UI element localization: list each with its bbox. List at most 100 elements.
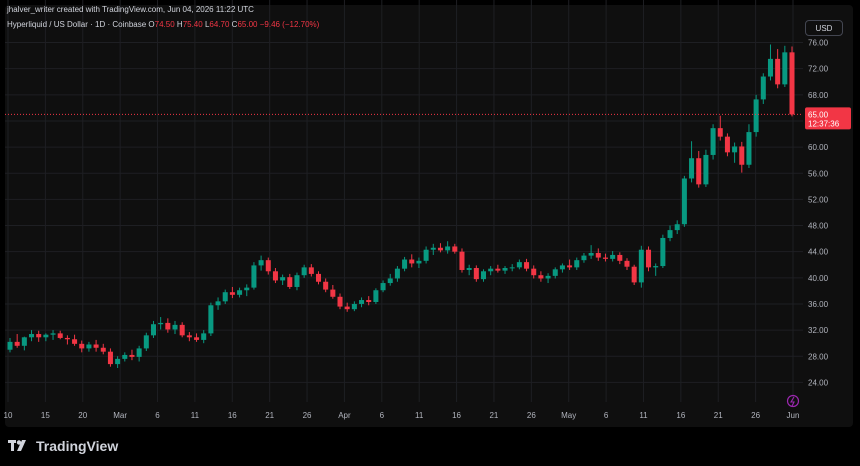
candle-body[interactable] [423, 249, 429, 261]
candle-body[interactable] [308, 267, 314, 274]
candle-body[interactable] [330, 289, 336, 297]
candle-body[interactable] [337, 296, 343, 307]
candle-body[interactable] [545, 275, 551, 279]
candle-body[interactable] [516, 262, 522, 268]
candle-body[interactable] [265, 260, 271, 272]
candle-body[interactable] [466, 268, 472, 270]
candle-body[interactable] [416, 260, 422, 264]
candle-body[interactable] [36, 334, 42, 338]
candle-body[interactable] [681, 178, 687, 225]
candle-body[interactable] [57, 333, 63, 338]
candle-body[interactable] [653, 266, 659, 268]
candle-body[interactable] [638, 249, 644, 283]
candle-body[interactable] [158, 322, 164, 325]
candle-body[interactable] [674, 224, 680, 231]
candle-body[interactable] [179, 324, 185, 336]
candle-body[interactable] [746, 132, 752, 165]
candle-body[interactable] [667, 230, 673, 238]
candle-body[interactable] [323, 281, 329, 290]
candle-body[interactable] [753, 99, 759, 133]
candle-body[interactable] [172, 324, 178, 330]
candle-body[interactable] [710, 128, 716, 155]
candle-body[interactable] [581, 255, 587, 261]
candle-body[interactable] [767, 58, 773, 77]
candle-body[interactable] [143, 335, 149, 349]
candle-body[interactable] [244, 287, 250, 291]
candle-body[interactable] [488, 268, 494, 272]
candle-body[interactable] [373, 290, 379, 303]
candle-body[interactable] [315, 273, 322, 282]
candle-body[interactable] [387, 278, 393, 284]
candle-body[interactable] [610, 254, 616, 259]
candle-body[interactable] [194, 337, 200, 340]
candle-body[interactable] [272, 271, 278, 281]
candle-body[interactable] [445, 246, 451, 251]
candle-body[interactable] [724, 136, 730, 153]
candle-body[interactable] [186, 335, 192, 338]
candle-body[interactable] [129, 354, 135, 357]
candle-body[interactable] [689, 158, 695, 179]
candle-body[interactable] [789, 52, 795, 115]
candle-body[interactable] [509, 267, 515, 269]
candle-body[interactable] [595, 252, 601, 258]
candle-body[interactable] [495, 268, 501, 271]
candle-body[interactable] [588, 252, 594, 256]
candle-body[interactable] [696, 158, 702, 185]
candle-body[interactable] [559, 265, 565, 270]
candle-body[interactable] [531, 268, 537, 276]
candle-body[interactable] [732, 146, 738, 153]
candle-body[interactable] [93, 344, 99, 348]
candle-body[interactable] [394, 268, 400, 279]
candle-body[interactable] [43, 334, 49, 338]
candle-body[interactable] [215, 301, 221, 306]
candle-body[interactable] [660, 237, 666, 267]
candle-body[interactable] [366, 300, 372, 303]
candle-body[interactable] [100, 347, 106, 352]
candle-body[interactable] [29, 334, 35, 338]
candlestick-chart[interactable]: 24.00 28.00 32.00 36.00 40.00 44.00 48.00 52.00… [0, 0, 860, 466]
candle-body[interactable] [782, 52, 788, 85]
currency-selector-button[interactable]: USD [805, 20, 843, 36]
candle-body[interactable] [21, 337, 27, 346]
candle-body[interactable] [459, 251, 465, 270]
candle-body[interactable] [301, 267, 307, 276]
candle-body[interactable] [7, 341, 13, 350]
candle-body[interactable] [64, 337, 70, 340]
candle-body[interactable] [165, 322, 171, 330]
candle-body[interactable] [237, 290, 243, 295]
candle-body[interactable] [344, 306, 350, 310]
candle-body[interactable] [122, 354, 128, 359]
candle-body[interactable] [624, 260, 630, 267]
candle-body[interactable] [50, 333, 56, 335]
candle-body[interactable] [552, 269, 558, 276]
candle-body[interactable] [452, 246, 458, 252]
candle-body[interactable] [617, 254, 623, 261]
candle-body[interactable] [538, 275, 544, 279]
candle-body[interactable] [380, 283, 386, 291]
candle-body[interactable] [602, 257, 608, 259]
candle-body[interactable] [14, 341, 20, 346]
candle-body[interactable] [703, 154, 709, 185]
candle-body[interactable] [107, 351, 113, 365]
candle-body[interactable] [287, 277, 293, 287]
candle-body[interactable] [409, 259, 415, 264]
candle-body[interactable] [402, 259, 408, 269]
candle-body[interactable] [229, 292, 235, 295]
candle-body[interactable] [437, 247, 443, 251]
candle-body[interactable] [574, 260, 580, 268]
symbol-title[interactable]: Hyperliquid / US Dollar · 1D · Coinbase [7, 20, 146, 29]
candle-body[interactable] [208, 305, 214, 334]
candle-body[interactable] [251, 265, 257, 288]
candle-body[interactable] [351, 303, 357, 310]
candle-body[interactable] [280, 277, 286, 281]
candle-body[interactable] [430, 247, 436, 250]
candle-body[interactable] [502, 268, 508, 271]
candle-body[interactable] [760, 76, 766, 100]
candle-body[interactable] [222, 292, 228, 302]
candle-body[interactable] [72, 339, 78, 344]
candle-body[interactable] [150, 324, 156, 336]
candle-body[interactable] [136, 348, 142, 357]
candle-body[interactable] [473, 268, 479, 280]
candle-body[interactable] [115, 358, 121, 365]
candle-body[interactable] [631, 266, 637, 283]
